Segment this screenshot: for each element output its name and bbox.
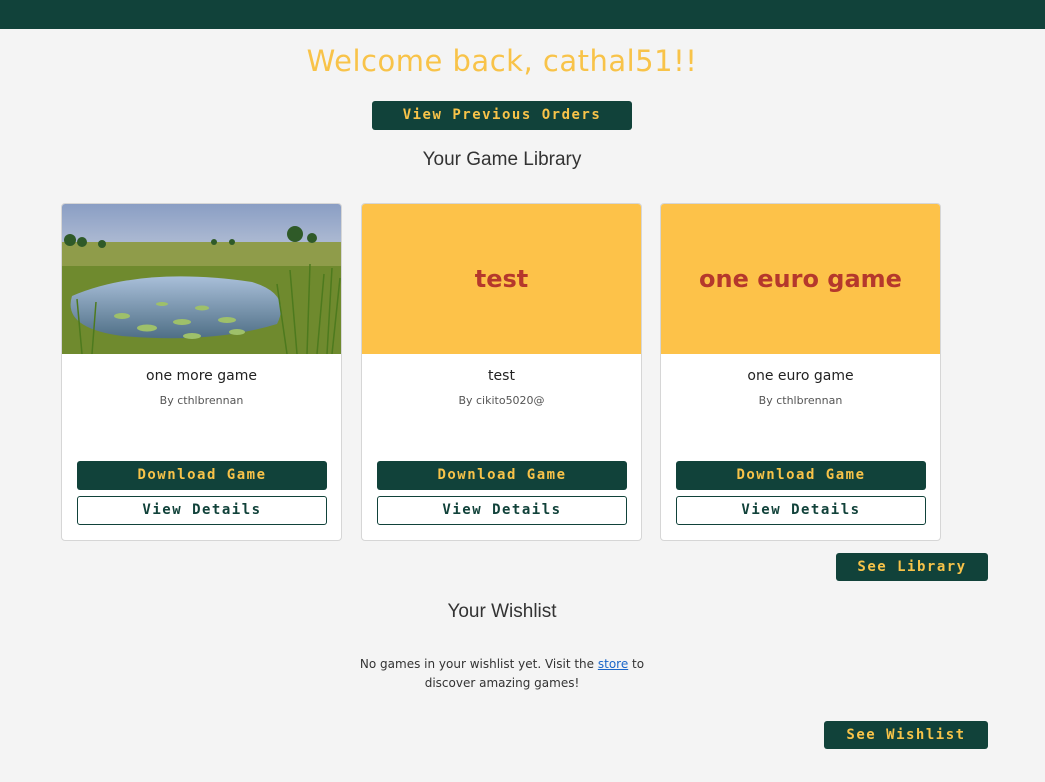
wishlist-empty-message: No games in your wishlist yet. Visit the… xyxy=(352,655,652,693)
game-title: one more game xyxy=(146,368,257,384)
game-library-title: Your Game Library xyxy=(422,149,582,170)
download-game-button[interactable]: Download Game xyxy=(77,461,327,490)
game-author: By cikito5020@ xyxy=(458,394,545,407)
game-cover-placeholder: one euro game xyxy=(661,204,940,354)
wishlist-empty-text: No games in your wishlist yet. Visit the xyxy=(359,657,598,671)
view-details-button[interactable]: View Details xyxy=(377,496,627,525)
game-author: By cthlbrennan xyxy=(159,394,244,407)
game-cover-placeholder: test xyxy=(362,204,641,354)
top-navbar xyxy=(0,0,1045,29)
welcome-heading: Welcome back, cathal51!! xyxy=(306,44,698,78)
see-library-button[interactable]: See Library xyxy=(836,553,988,581)
view-details-button[interactable]: View Details xyxy=(676,496,926,525)
game-card: test test By cikito5020@ Download Game V… xyxy=(361,203,642,541)
wishlist-title: Your Wishlist xyxy=(447,601,557,622)
view-previous-orders-button[interactable]: View Previous Orders xyxy=(372,101,632,130)
game-cover-image xyxy=(62,204,341,354)
game-author: By cthlbrennan xyxy=(758,394,843,407)
game-title: test xyxy=(488,368,515,384)
download-game-button[interactable]: Download Game xyxy=(676,461,926,490)
game-card: one more game By cthlbrennan Download Ga… xyxy=(61,203,342,541)
see-wishlist-button[interactable]: See Wishlist xyxy=(824,721,988,749)
store-link[interactable]: store xyxy=(598,657,628,671)
game-title: one euro game xyxy=(747,368,854,384)
view-details-button[interactable]: View Details xyxy=(77,496,327,525)
game-card: one euro game one euro game By cthlbrenn… xyxy=(660,203,941,541)
download-game-button[interactable]: Download Game xyxy=(377,461,627,490)
